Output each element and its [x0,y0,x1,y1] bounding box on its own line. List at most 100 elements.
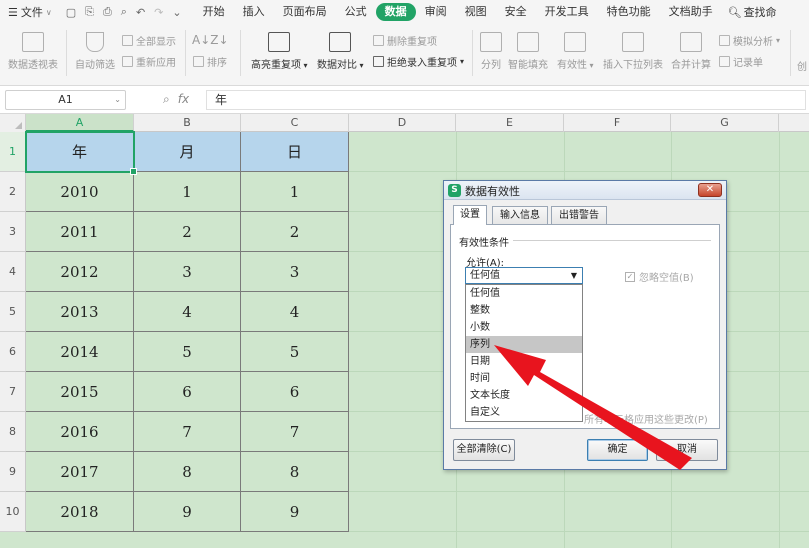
autofilter-button[interactable]: 自动筛选 [75,32,115,71]
cell-a4[interactable]: 2012 [26,252,134,292]
cell-c5[interactable]: 4 [241,292,349,332]
allow-select[interactable]: 任何值 ▼ [465,267,583,284]
ok-button[interactable]: 确定 [587,439,648,461]
column-header-f[interactable]: F [564,114,671,132]
show-all-button[interactable]: 全部显示 [122,33,176,48]
row-header-10[interactable]: 10 [0,492,26,532]
undo-icon[interactable]: ↶ [136,6,145,19]
active-cell-selection[interactable] [25,131,137,175]
cell-a7[interactable]: 2015 [26,372,134,412]
cell-c2[interactable]: 1 [241,172,349,212]
cell-b9[interactable]: 8 [134,452,241,492]
tab-input-message[interactable]: 输入信息 [492,206,548,225]
apply-to-all-label[interactable]: 所有单元格应用这些更改(P) [584,411,708,426]
column-header-d[interactable]: D [349,114,456,132]
cell-c3[interactable]: 2 [241,212,349,252]
cell-a3[interactable]: 2011 [26,212,134,252]
row-header-7[interactable]: 7 [0,372,26,412]
file-menu[interactable]: ☰ 文件 ∨ [0,4,52,20]
cell-b4[interactable]: 3 [134,252,241,292]
record-form-button[interactable]: 记录单 [719,54,763,69]
redo-icon[interactable]: ↷ [154,6,163,19]
tab-data[interactable]: 数据 [375,3,416,21]
row-header-8[interactable]: 8 [0,412,26,452]
cell-a10[interactable]: 2018 [26,492,134,532]
row-header-1[interactable]: 1 [0,132,26,172]
option-time[interactable]: 时间 [466,370,582,387]
tab-insert[interactable]: 插入 [234,3,274,21]
option-date[interactable]: 日期 [466,353,582,370]
create-label[interactable]: 创 [797,58,807,73]
customize-icon[interactable]: ⌄ [172,6,181,19]
cell-c7[interactable]: 6 [241,372,349,412]
option-decimal[interactable]: 小数 [466,319,582,336]
tab-security[interactable]: 安全 [496,3,536,21]
zoom-icon[interactable]: ⌕ [163,92,170,107]
sort-button[interactable]: 排序 [193,54,227,69]
export-icon[interactable]: ⎘ [85,5,94,19]
column-header-e[interactable]: E [456,114,564,132]
tab-features[interactable]: 特色功能 [598,3,660,21]
data-compare-button[interactable]: 数据对比 ▾ [317,32,364,71]
name-box[interactable]: A1 ⌄ [5,90,126,110]
tab-page-layout[interactable]: 页面布局 [274,3,336,21]
column-header-g[interactable]: G [671,114,779,132]
cell-b2[interactable]: 1 [134,172,241,212]
cell-c1[interactable]: 日 [241,132,349,172]
cell-c6[interactable]: 5 [241,332,349,372]
reapply-button[interactable]: 重新应用 [122,54,176,69]
column-header-c[interactable]: C [241,114,349,132]
consolidate-button[interactable]: 合并计算 [671,32,711,71]
cell-c4[interactable]: 3 [241,252,349,292]
option-any-value[interactable]: 任何值 [466,285,582,302]
ignore-blank-checkbox[interactable]: ✓ 忽略空值(B) [625,269,694,284]
tab-developer[interactable]: 开发工具 [536,3,598,21]
row-header-9[interactable]: 9 [0,452,26,492]
formula-input[interactable]: 年 [206,90,806,110]
cell-c8[interactable]: 7 [241,412,349,452]
dropdown-arrow-icon[interactable]: ▼ [571,268,577,283]
tab-formulas[interactable]: 公式 [336,3,376,21]
cell-b5[interactable]: 4 [134,292,241,332]
split-column-button[interactable]: 分列 [480,32,502,71]
dialog-title-bar[interactable]: S 数据有效性 ✕ [444,181,726,200]
cell-b6[interactable]: 5 [134,332,241,372]
row-header-3[interactable]: 3 [0,212,26,252]
cancel-button[interactable]: 取消 [656,439,718,461]
column-header-b[interactable]: B [134,114,241,132]
sort-ascending-icon[interactable]: A↓Z↓ [192,33,229,47]
cell-b8[interactable]: 7 [134,412,241,452]
option-text-length[interactable]: 文本长度 [466,387,582,404]
tab-doc-assistant[interactable]: 文档助手 [660,3,722,21]
close-button[interactable]: ✕ [698,183,722,197]
save-icon[interactable]: ▢ [66,6,76,19]
tab-settings[interactable]: 设置 [453,205,487,225]
tab-home[interactable]: 开始 [194,3,234,21]
validity-button[interactable]: 有效性 ▾ [557,32,594,71]
column-header-a[interactable]: A [26,114,134,132]
cell-a9[interactable]: 2017 [26,452,134,492]
select-all-corner[interactable] [0,114,26,132]
cell-b10[interactable]: 9 [134,492,241,532]
cell-a8[interactable]: 2016 [26,412,134,452]
option-custom[interactable]: 自定义 [466,404,582,421]
highlight-duplicates-button[interactable]: 高亮重复项 ▾ [251,32,308,71]
print-preview-icon[interactable]: ⌕ [121,5,127,19]
remove-duplicates-button[interactable]: 删除重复项 [373,33,437,48]
print-icon[interactable]: ⎙ [103,5,112,19]
cell-c10[interactable]: 9 [241,492,349,532]
cell-a2[interactable]: 2010 [26,172,134,212]
row-header-2[interactable]: 2 [0,172,26,212]
chevron-down-icon[interactable]: ⌄ [114,91,121,109]
smart-fill-button[interactable]: 智能填充 [508,32,548,71]
simulate-analysis-button[interactable]: 模拟分析 ▾ [719,33,780,48]
cell-a6[interactable]: 2014 [26,332,134,372]
fx-icon[interactable]: fx [178,92,189,107]
cell-b3[interactable]: 2 [134,212,241,252]
option-whole-number[interactable]: 整数 [466,302,582,319]
tab-view[interactable]: 视图 [456,3,496,21]
cell-b7[interactable]: 6 [134,372,241,412]
cell-b1[interactable]: 月 [134,132,241,172]
reject-duplicates-button[interactable]: 拒绝录入重复项 ▾ [373,54,464,69]
clear-all-button[interactable]: 全部清除(C) [453,439,515,461]
